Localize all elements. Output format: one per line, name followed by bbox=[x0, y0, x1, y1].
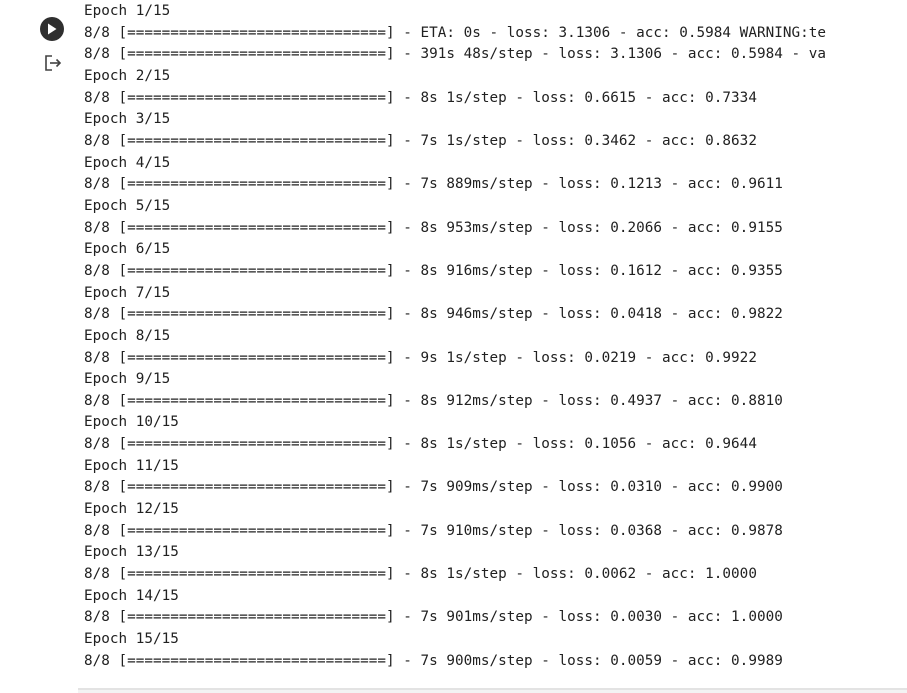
log-line: Epoch 6/15 bbox=[84, 241, 171, 258]
log-line: 8/8 [==============================] - 7… bbox=[84, 522, 783, 539]
log-line: Epoch 9/15 bbox=[84, 371, 171, 388]
log-line: Epoch 3/15 bbox=[84, 111, 171, 128]
log-line: 8/8 [==============================] - 7… bbox=[84, 609, 783, 626]
log-line: 8/8 [==============================] - 8… bbox=[84, 306, 783, 323]
log-line: Epoch 14/15 bbox=[84, 587, 179, 604]
log-line: Epoch 11/15 bbox=[84, 457, 179, 474]
log-line: Epoch 12/15 bbox=[84, 501, 179, 518]
log-line: 8/8 [==============================] - 3… bbox=[84, 46, 826, 63]
log-line: Epoch 10/15 bbox=[84, 414, 179, 431]
output-actions-button[interactable] bbox=[43, 53, 63, 73]
log-line: 8/8 [==============================] - 7… bbox=[84, 479, 783, 496]
run-cell-button[interactable] bbox=[40, 17, 64, 41]
play-icon bbox=[48, 23, 57, 35]
output-exit-icon bbox=[45, 55, 62, 71]
log-line: 8/8 [==============================] - 8… bbox=[84, 436, 757, 453]
log-line: Epoch 8/15 bbox=[84, 327, 171, 344]
log-line: 8/8 [==============================] - 8… bbox=[84, 219, 783, 236]
log-line: 8/8 [==============================] - 8… bbox=[84, 262, 783, 279]
log-line: 8/8 [==============================] - 7… bbox=[84, 176, 783, 193]
log-line: 8/8 [==============================] - 7… bbox=[84, 132, 757, 149]
cell-gutter bbox=[0, 0, 78, 693]
log-line: 8/8 [==============================] - 7… bbox=[84, 652, 783, 669]
log-line: 8/8 [==============================] - 8… bbox=[84, 566, 757, 583]
log-line: Epoch 4/15 bbox=[84, 154, 171, 171]
log-line: 8/8 [==============================] - 9… bbox=[84, 349, 757, 366]
log-line: Epoch 7/15 bbox=[84, 284, 171, 301]
log-line: 8/8 [==============================] - 8… bbox=[84, 89, 757, 106]
cell-output: Epoch 1/15 8/8 [========================… bbox=[84, 1, 907, 687]
log-line: Epoch 2/15 bbox=[84, 67, 171, 84]
log-line: 8/8 [==============================] - E… bbox=[84, 24, 826, 41]
log-line: Epoch 15/15 bbox=[84, 631, 179, 648]
log-line: 8/8 [==============================] - 8… bbox=[84, 392, 783, 409]
log-line: Epoch 13/15 bbox=[84, 544, 179, 561]
log-line: Epoch 5/15 bbox=[84, 197, 171, 214]
log-line: Epoch 1/15 bbox=[84, 3, 171, 19]
